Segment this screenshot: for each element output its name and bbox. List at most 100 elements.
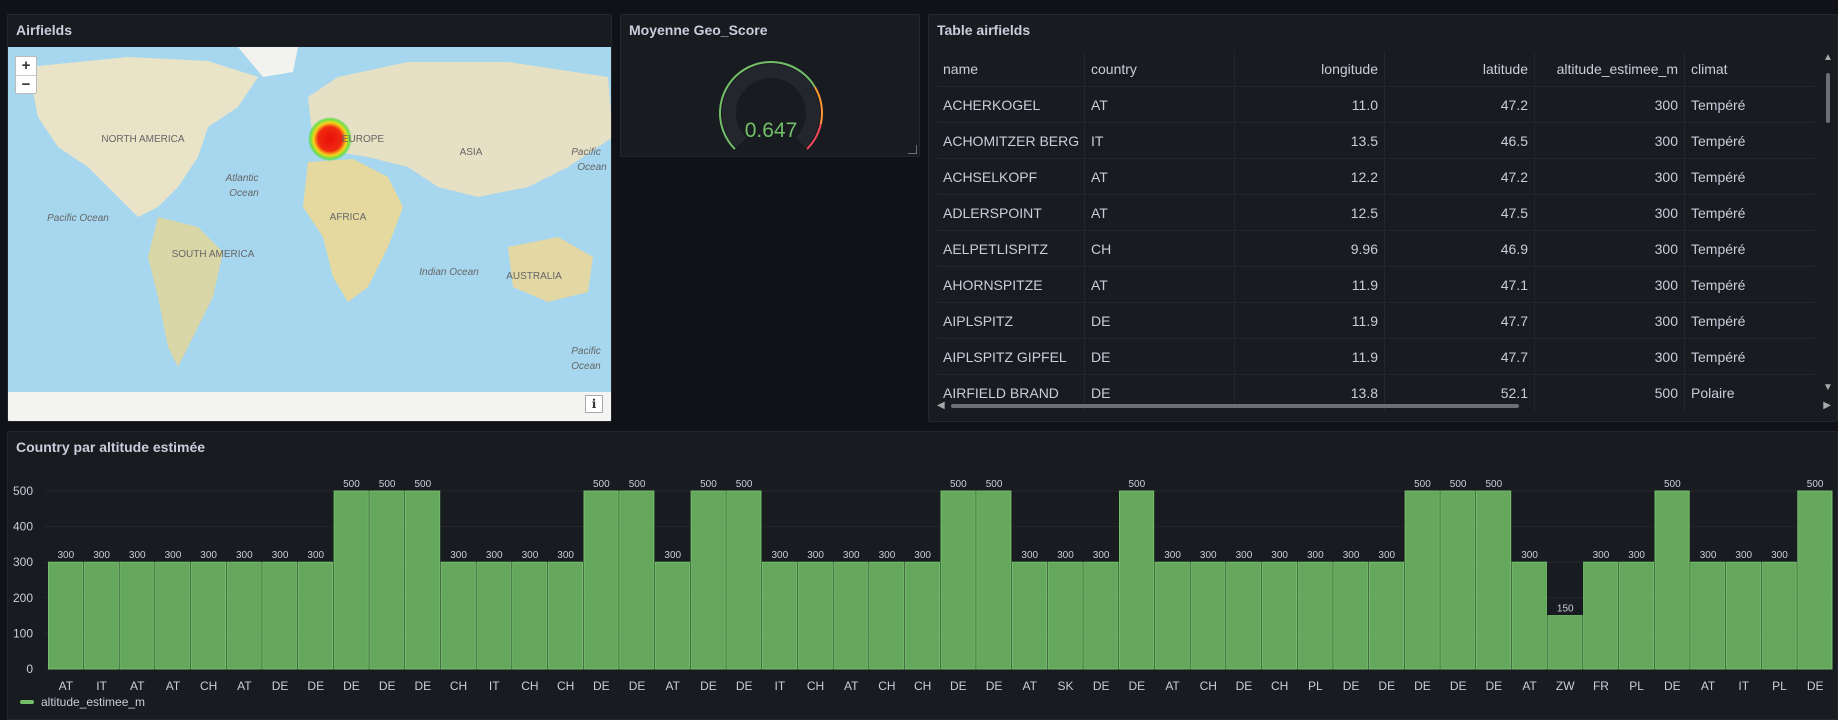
bar-value-label: 500: [1486, 479, 1503, 490]
bar[interactable]: [119, 561, 155, 670]
bar-value-label: 300: [1735, 550, 1752, 561]
bar[interactable]: [726, 490, 762, 670]
bar[interactable]: [762, 561, 798, 670]
bar[interactable]: [797, 561, 833, 670]
bar[interactable]: [262, 561, 298, 670]
table-panel: Table airfields name country longitude l…: [928, 14, 1838, 422]
bar-value-label: 500: [700, 479, 717, 490]
bar[interactable]: [1690, 561, 1726, 670]
panel-title[interactable]: Table airfields: [937, 22, 1030, 38]
bar[interactable]: [1583, 561, 1619, 670]
bar[interactable]: [1226, 561, 1262, 670]
bar[interactable]: [476, 561, 512, 670]
bar[interactable]: [155, 561, 191, 670]
bar[interactable]: [904, 561, 940, 670]
vertical-scroll-thumb[interactable]: [1826, 73, 1830, 123]
x-tick-label: PL: [1629, 679, 1644, 693]
bar[interactable]: [690, 490, 726, 670]
world-map[interactable]: NORTH AMERICA EUROPE ASIA Atlantic Ocean…: [8, 47, 612, 422]
bar[interactable]: [1761, 561, 1797, 670]
panel-title[interactable]: Moyenne Geo_Score: [629, 22, 768, 38]
bar[interactable]: [1797, 490, 1833, 670]
scroll-up-icon[interactable]: ▲: [1823, 53, 1833, 63]
x-tick-label: ZW: [1556, 679, 1575, 693]
bar[interactable]: [1547, 615, 1583, 670]
zoom-out-button[interactable]: −: [16, 75, 36, 93]
legend[interactable]: altitude_estimee_m: [20, 695, 145, 709]
bar[interactable]: [1190, 561, 1226, 670]
bar[interactable]: [1476, 490, 1512, 670]
bar[interactable]: [1011, 561, 1048, 670]
column-header-country[interactable]: country: [1085, 51, 1235, 86]
bar[interactable]: [190, 561, 227, 670]
y-tick-label: 500: [13, 484, 33, 498]
bar[interactable]: [619, 490, 655, 670]
cell-climat: Tempéré: [1691, 168, 1746, 185]
bar[interactable]: [940, 490, 976, 670]
bar[interactable]: [1047, 561, 1083, 670]
zoom-in-button[interactable]: +: [16, 57, 36, 75]
bar[interactable]: [1404, 490, 1440, 670]
table-row: ACHSELKOPF AT 12.2 47.2 300 Tempéré: [937, 159, 1815, 195]
panel-title[interactable]: Airfields: [16, 22, 72, 38]
bar[interactable]: [1297, 561, 1333, 670]
bar[interactable]: [1368, 561, 1405, 670]
column-header-longitude[interactable]: longitude: [1235, 51, 1385, 86]
bar[interactable]: [369, 490, 405, 670]
bar[interactable]: [1511, 561, 1547, 670]
cell-name: ACHERKOGEL: [937, 87, 1085, 122]
bar[interactable]: [1083, 561, 1119, 670]
scroll-right-icon[interactable]: ▶: [1823, 401, 1831, 411]
bar-value-label: 300: [236, 550, 253, 561]
bar[interactable]: [869, 561, 905, 670]
bar[interactable]: [405, 490, 441, 670]
bar[interactable]: [583, 490, 619, 670]
info-button[interactable]: i: [585, 395, 603, 413]
zoom-controls: + −: [15, 56, 37, 94]
bar[interactable]: [1725, 561, 1762, 670]
bar[interactable]: [1333, 561, 1369, 670]
cell-climat: Tempéré: [1691, 204, 1746, 221]
bar[interactable]: [654, 561, 691, 670]
bar[interactable]: [976, 490, 1012, 670]
bar[interactable]: [297, 561, 334, 670]
bar[interactable]: [48, 561, 84, 670]
bar[interactable]: [1618, 561, 1655, 670]
scroll-left-icon[interactable]: ◀: [937, 401, 945, 411]
vertical-scrollbar[interactable]: ▲ ▼: [1823, 53, 1833, 393]
bar-value-label: 300: [1343, 550, 1360, 561]
column-header-climat[interactable]: climat: [1685, 51, 1815, 86]
bar[interactable]: [83, 561, 119, 670]
bar-value-label: 300: [1057, 550, 1074, 561]
bar[interactable]: [440, 561, 476, 670]
scroll-down-icon[interactable]: ▼: [1823, 383, 1833, 393]
panel-title[interactable]: Country par altitude estimée: [16, 439, 205, 455]
x-tick-label: AT: [666, 679, 681, 693]
airfields-table: name country longitude latitude altitude…: [937, 51, 1815, 411]
bar[interactable]: [1654, 490, 1690, 670]
bar[interactable]: [833, 561, 869, 670]
bar[interactable]: [333, 490, 369, 670]
table-row: ADLERSPOINT AT 12.5 47.5 300 Tempéré: [937, 195, 1815, 231]
horizontal-scroll-thumb[interactable]: [951, 404, 1519, 408]
cell-longitude: 12.5: [1235, 195, 1385, 230]
bar[interactable]: [512, 561, 548, 670]
column-header-latitude[interactable]: latitude: [1385, 51, 1535, 86]
bar-value-label: 300: [486, 550, 503, 561]
bar[interactable]: [547, 561, 583, 670]
cell-altitude: 300: [1535, 231, 1685, 266]
bar[interactable]: [1119, 490, 1155, 670]
horizontal-scrollbar[interactable]: ◀ ▶: [937, 401, 1831, 411]
column-header-name[interactable]: name: [937, 51, 1085, 86]
bar[interactable]: [1261, 561, 1298, 670]
x-tick-label: AT: [59, 679, 74, 693]
map-label: Ocean: [577, 162, 607, 173]
resize-handle[interactable]: [908, 145, 917, 154]
bar[interactable]: [226, 561, 262, 670]
bar-value-label: 500: [1129, 479, 1146, 490]
bar-value-label: 300: [1700, 550, 1717, 561]
column-header-altitude[interactable]: altitude_estimee_m: [1535, 51, 1685, 86]
bar[interactable]: [1154, 561, 1190, 670]
bar[interactable]: [1440, 490, 1476, 670]
cell-latitude: 46.5: [1385, 123, 1535, 158]
